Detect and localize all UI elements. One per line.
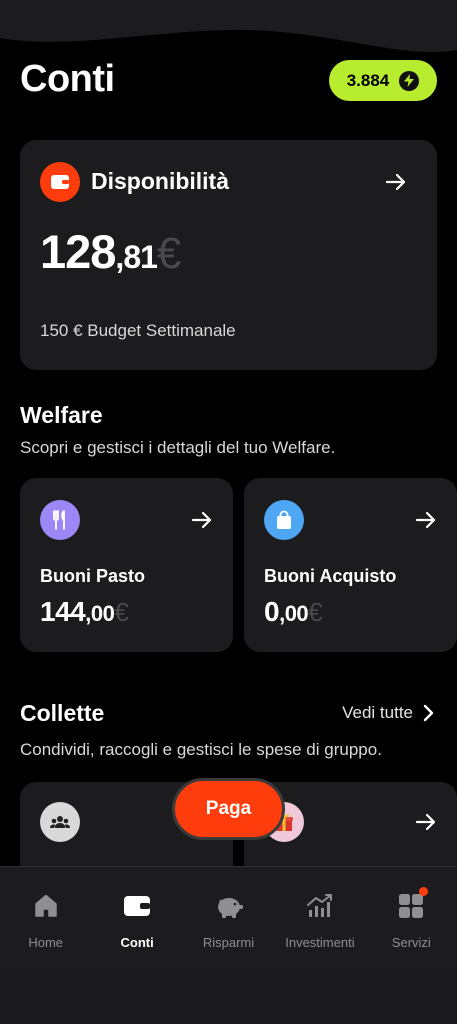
balance-amount-dec: ,81 [115, 239, 157, 275]
purchase-voucher-card[interactable]: Buoni Acquisto 0,00€ [244, 478, 457, 652]
tab-conti[interactable]: Conti [91, 867, 182, 968]
tab-risparmi[interactable]: Risparmi [183, 867, 274, 968]
see-all-label: Vedi tutte [342, 703, 413, 722]
tab-label: Risparmi [202, 935, 255, 950]
voucher-amount: 144,00€ [40, 596, 129, 628]
arrow-right-icon [385, 173, 406, 191]
home-icon [31, 891, 61, 921]
meal-voucher-card[interactable]: Buoni Pasto 144,00€ [20, 478, 233, 652]
tab-label: Investimenti [285, 935, 355, 950]
piggy-bank-icon [214, 891, 244, 921]
chevron-right-icon [423, 704, 434, 722]
tab-label: Servizi [391, 935, 431, 950]
wallet-icon [40, 162, 80, 202]
voucher-name: Buoni Pasto [40, 566, 146, 586]
voucher-amount-int: 0 [264, 596, 280, 627]
notification-dot [419, 887, 429, 896]
welfare-subtitle: Scopri e gestisci i dettagli del tuo Wel… [20, 438, 336, 457]
voucher-amount-int: 144 [40, 596, 86, 627]
points-badge[interactable]: 3.884 [329, 60, 437, 101]
arrow-right-icon [415, 511, 436, 529]
tab-investimenti[interactable]: Investimenti [274, 867, 365, 968]
bottom-tab-bar: Home Conti Risparmi Investimenti Servizi [0, 866, 457, 968]
balance-amount-int: 128 [40, 225, 116, 278]
pay-button[interactable]: Paga [172, 778, 285, 840]
page-title: Conti [20, 58, 115, 100]
system-navigation-area [0, 968, 457, 1024]
see-all-link[interactable]: Vedi tutte [342, 703, 435, 723]
voucher-amount: 0,00€ [264, 596, 323, 628]
arrow-right-icon [191, 511, 212, 529]
voucher-amount-dec: ,00 [85, 601, 115, 626]
grid-icon [396, 887, 429, 921]
voucher-currency: € [308, 597, 323, 627]
collette-title: Collette [20, 700, 105, 726]
balance-currency: € [156, 229, 182, 278]
arrow-right-icon [415, 813, 436, 831]
group-icon [40, 802, 80, 842]
voucher-name: Buoni Acquisto [264, 566, 397, 586]
bolt-icon [399, 70, 420, 91]
balance-card[interactable]: Disponibilità 128,81€ 150 € Budget Setti… [20, 140, 437, 370]
weekly-budget: 150 € Budget Settimanale [40, 321, 236, 340]
shopping-bag-icon [264, 500, 304, 540]
tab-servizi[interactable]: Servizi [366, 867, 457, 968]
wallet-icon [122, 891, 152, 921]
collette-subtitle: Condividi, raccogli e gestisci le spese … [20, 740, 382, 759]
tab-label: Home [28, 935, 64, 950]
voucher-currency: € [114, 597, 129, 627]
chart-icon [305, 891, 335, 921]
tab-label: Conti [120, 935, 154, 950]
top-wave-decoration [0, 0, 457, 53]
tab-home[interactable]: Home [0, 867, 91, 968]
fork-knife-icon [40, 500, 80, 540]
points-value: 3.884 [346, 70, 390, 90]
voucher-amount-dec: ,00 [279, 601, 309, 626]
balance-amount: 128,81€ [40, 224, 182, 279]
welfare-title: Welfare [20, 402, 103, 428]
balance-card-title: Disponibilità [91, 168, 229, 194]
